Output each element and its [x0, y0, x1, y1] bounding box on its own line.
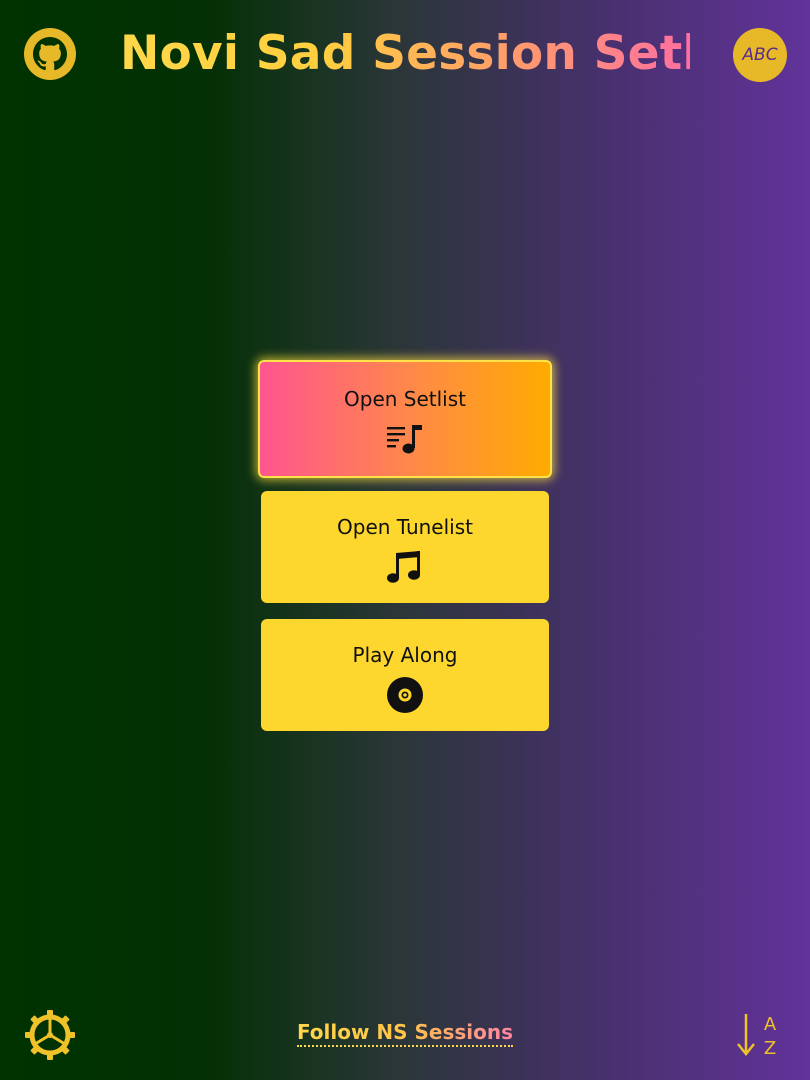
open-setlist-label: Open Setlist	[344, 387, 466, 411]
github-icon[interactable]	[24, 28, 76, 80]
playlist-music-icon	[385, 421, 425, 457]
page-title: Novi Sad Session Setlist	[120, 26, 766, 81]
follow-ns-sessions-link[interactable]: Follow NS Sessions	[285, 1020, 525, 1047]
gear-icon[interactable]	[23, 1008, 77, 1062]
play-along-label: Play Along	[352, 643, 458, 667]
open-tunelist-button[interactable]: Open Tunelist	[261, 491, 549, 603]
open-tunelist-label: Open Tunelist	[337, 515, 473, 539]
music-notes-icon	[385, 549, 425, 585]
play-along-button[interactable]: Play Along	[261, 619, 549, 731]
app-header: Novi Sad Session Setlist ABC	[0, 0, 810, 110]
follow-ns-sessions-label: Follow NS Sessions	[296, 1020, 514, 1047]
svg-text:Z: Z	[764, 1038, 776, 1059]
sort-az-icon[interactable]: A Z	[732, 1010, 782, 1060]
vinyl-record-icon	[385, 677, 425, 713]
open-setlist-button[interactable]: Open Setlist	[258, 360, 552, 478]
abc-notation-button[interactable]: ABC	[733, 28, 787, 82]
svg-text:A: A	[764, 1014, 777, 1035]
main-menu: Open Setlist Open Tunelist Play Along	[258, 360, 552, 747]
